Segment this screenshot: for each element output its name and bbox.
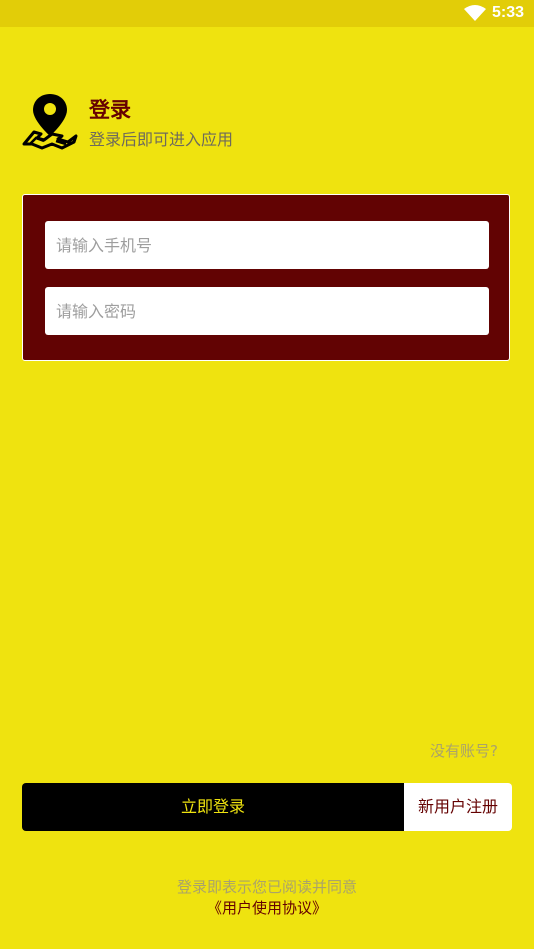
no-account-text: 没有账号? <box>430 742 498 760</box>
page-title: 登录 <box>89 98 131 122</box>
register-button[interactable]: 新用户注册 <box>404 783 512 831</box>
login-button[interactable]: 立即登录 <box>22 783 404 831</box>
user-agreement-link[interactable]: 《用户使用协议》 <box>0 897 534 919</box>
login-header: 登录 登录后即可进入应用 <box>22 92 322 152</box>
login-form-card <box>22 194 510 361</box>
wifi-icon <box>464 5 486 21</box>
map-pin-icon <box>22 94 78 150</box>
status-time: 5:33 <box>492 4 525 21</box>
action-buttons: 立即登录 新用户注册 <box>22 783 512 831</box>
status-bar: 5:33 <box>0 0 534 27</box>
phone-input[interactable] <box>45 221 489 269</box>
agreement-note: 登录即表示您已阅读并同意 <box>176 878 357 896</box>
agreement: 登录即表示您已阅读并同意 《用户使用协议》 <box>0 877 534 919</box>
password-input[interactable] <box>45 287 489 335</box>
page-subtitle: 登录后即可进入应用 <box>89 130 234 149</box>
